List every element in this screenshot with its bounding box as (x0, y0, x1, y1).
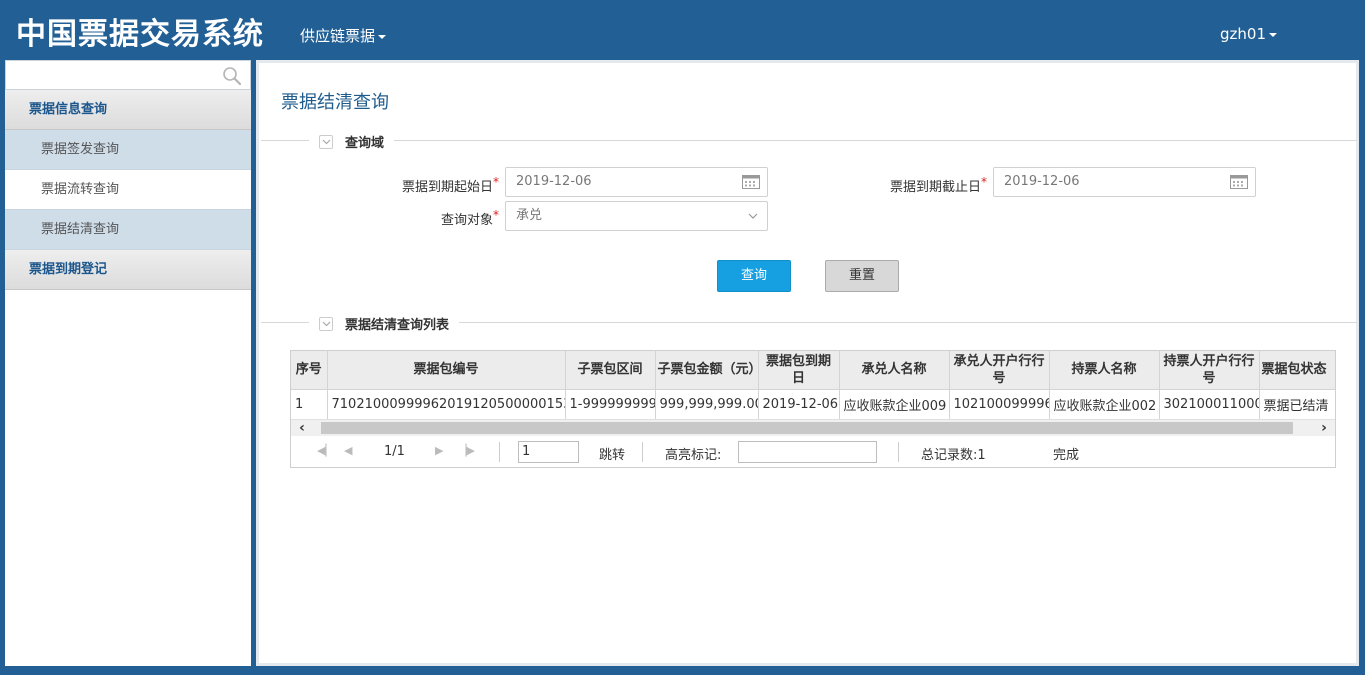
table-cell: 1-999999999 (565, 389, 656, 420)
calendar-icon[interactable] (742, 175, 760, 189)
table-cell: 102100099996 (949, 389, 1050, 420)
column-header[interactable]: 承兑人开户行行号 (949, 351, 1050, 390)
settlement-table: 序号 票据包编号 子票包区间 子票包金额（元） 票据包到期日 承兑人名称 承兑人… (291, 351, 1335, 420)
page-number-input[interactable]: 1 (518, 441, 579, 463)
prev-page-icon[interactable]: ◀ (344, 444, 352, 457)
column-header[interactable]: 持票人开户行行号 (1159, 351, 1260, 390)
column-header[interactable]: 票据包状态 (1259, 351, 1335, 390)
column-header[interactable]: 子票包区间 (565, 351, 656, 390)
scrollbar-thumb[interactable] (321, 422, 1293, 434)
column-header[interactable]: 票据包到期日 (758, 351, 840, 390)
table-cell: 710210009999620191205000001539 (327, 389, 566, 420)
scroll-left-icon[interactable]: ‹ (291, 420, 313, 436)
table-cell: 票据已结清 (1259, 389, 1335, 420)
sidebar-group-bill-info-query[interactable]: 票据信息查询 (5, 90, 251, 130)
start-date-input[interactable]: 2019-12-06 (505, 167, 768, 197)
query-target-label: 查询对象* (440, 208, 499, 228)
table-header-row: 序号 票据包编号 子票包区间 子票包金额（元） 票据包到期日 承兑人名称 承兑人… (291, 351, 1335, 390)
pagination-bar: ◀▏ ◀ 1/1 ▶ ▕▶ 1 跳转 高亮标记: 总记录数:1 完成 (291, 437, 1335, 467)
scroll-right-icon[interactable]: › (1313, 420, 1335, 436)
end-date-label: 票据到期截止日* (889, 175, 987, 195)
last-page-icon[interactable]: ▕▶ (458, 444, 475, 457)
sidebar-search (5, 60, 251, 90)
list-section-title: 票据结清查询列表 (345, 318, 450, 333)
reset-button[interactable]: 重置 (825, 260, 899, 292)
app-title: 中国票据交易系统 (16, 17, 264, 52)
sidebar-search-input[interactable] (6, 61, 216, 89)
caret-down-icon (378, 34, 387, 39)
column-header[interactable]: 子票包金额（元） (655, 351, 759, 390)
collapse-chevron-icon[interactable] (319, 316, 333, 331)
query-target-value: 承兑 (516, 208, 543, 223)
supply-chain-menu[interactable]: 供应链票据 (300, 25, 387, 46)
highlight-input[interactable] (738, 441, 877, 463)
required-asterisk: * (493, 175, 499, 189)
user-menu[interactable]: gzh01 (1220, 25, 1277, 43)
divider (261, 140, 1357, 141)
end-date-input[interactable]: 2019-12-06 (993, 167, 1256, 197)
first-page-icon[interactable]: ◀▏ (317, 444, 334, 457)
query-button[interactable]: 查询 (717, 260, 791, 292)
column-header[interactable]: 票据包编号 (327, 351, 566, 390)
page-title: 票据结清查询 (281, 92, 389, 113)
sidebar-group-maturity-registration[interactable]: 票据到期登记 (5, 250, 251, 290)
supply-chain-menu-label: 供应链票据 (300, 27, 376, 45)
query-target-select[interactable]: 承兑 (505, 201, 768, 231)
top-header: 中国票据交易系统 供应链票据 gzh01 (0, 0, 1365, 60)
column-header[interactable]: 承兑人名称 (839, 351, 950, 390)
chevron-down-icon[interactable] (747, 210, 759, 222)
start-date-value: 2019-12-06 (516, 174, 592, 189)
table-cell: 1 (291, 389, 328, 420)
sidebar-item-transfer-query[interactable]: 票据流转查询 (5, 170, 251, 210)
pager-separator (898, 442, 899, 462)
table-cell: 应收账款企业009 (839, 389, 950, 420)
caret-down-icon (1269, 32, 1277, 37)
required-asterisk: * (493, 208, 499, 222)
list-section-header[interactable]: 票据结清查询列表 (309, 314, 460, 333)
pager-separator (642, 442, 643, 462)
table-cell: 302100011000 (1159, 389, 1260, 420)
sidebar-item-issue-query[interactable]: 票据签发查询 (5, 130, 251, 170)
column-header[interactable]: 持票人名称 (1049, 351, 1160, 390)
total-records: 总记录数:1 (921, 448, 986, 463)
table-cell: 999,999,999.00 (655, 389, 759, 420)
horizontal-scrollbar[interactable]: ‹ › (291, 420, 1335, 436)
load-status: 完成 (1053, 448, 1080, 463)
page-info: 1/1 (384, 444, 405, 459)
highlight-label: 高亮标记: (665, 448, 722, 463)
end-date-value: 2019-12-06 (1004, 174, 1080, 189)
required-asterisk: * (981, 175, 987, 189)
sidebar: 票据信息查询 票据签发查询 票据流转查询 票据结清查询 票据到期登记 (5, 60, 251, 666)
start-date-label: 票据到期起始日* (401, 175, 499, 195)
pager-separator (499, 442, 500, 462)
query-section-header[interactable]: 查询域 (309, 132, 395, 151)
calendar-icon[interactable] (1230, 175, 1248, 189)
settlement-grid: 序号 票据包编号 子票包区间 子票包金额（元） 票据包到期日 承兑人名称 承兑人… (290, 350, 1336, 468)
jump-button[interactable]: 跳转 (599, 444, 625, 463)
query-section-title: 查询域 (345, 136, 385, 151)
collapse-chevron-icon[interactable] (319, 134, 333, 149)
user-menu-label: gzh01 (1220, 25, 1266, 43)
table-row[interactable]: 1 710210009999620191205000001539 1-99999… (291, 389, 1335, 420)
next-page-icon[interactable]: ▶ (435, 444, 443, 457)
table-cell: 2019-12-06 (758, 389, 840, 420)
main-panel: 票据结清查询 查询域 票据到期起始日* 2019-12-06 票据到期截止日* … (256, 60, 1359, 666)
sidebar-item-settlement-query[interactable]: 票据结清查询 (5, 210, 251, 250)
table-cell: 应收账款企业002 (1049, 389, 1160, 420)
column-header[interactable]: 序号 (291, 351, 328, 390)
search-icon[interactable] (222, 66, 242, 86)
